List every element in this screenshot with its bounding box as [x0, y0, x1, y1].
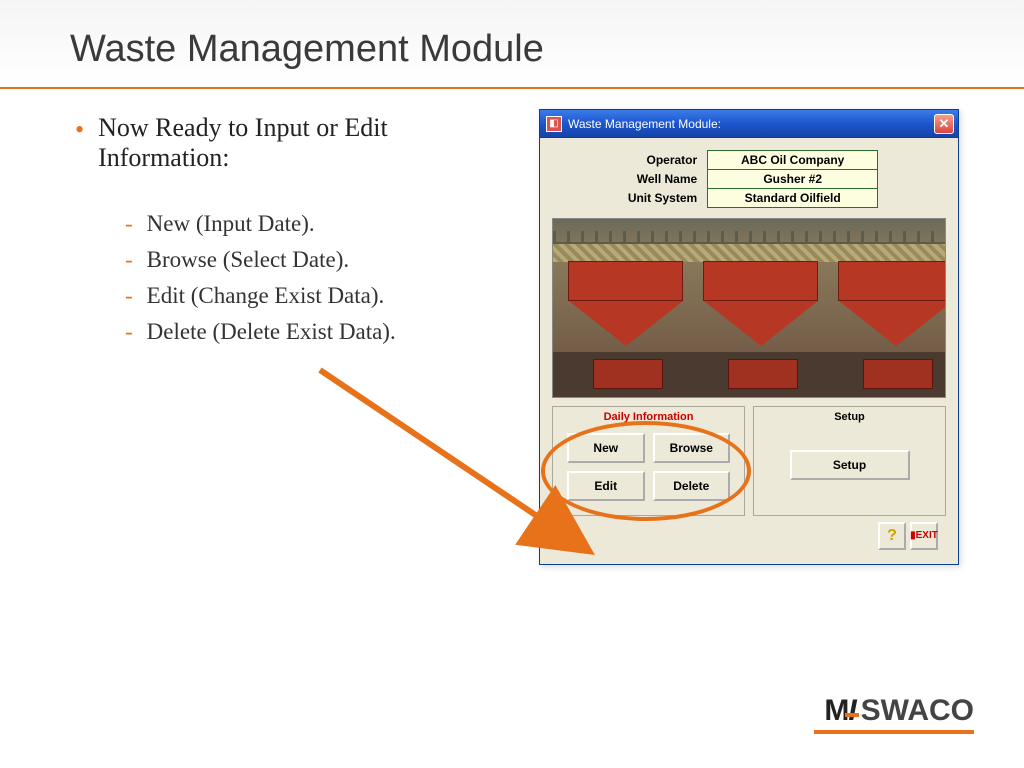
left-column: • Now Ready to Input or Edit Information… — [75, 109, 519, 565]
window-title: Waste Management Module: — [568, 117, 934, 131]
app-window: ◧ Waste Management Module: ✕ Operator AB… — [539, 109, 959, 565]
sub-bullet-text: Delete (Delete Exist Data). — [147, 319, 396, 345]
help-icon[interactable]: ? — [878, 522, 906, 550]
logo-m: M — [824, 694, 848, 728]
content-area: • Now Ready to Input or Edit Information… — [0, 89, 1024, 565]
sub-bullet-list: - New (Input Date). - Browse (Select Dat… — [125, 211, 519, 345]
main-bullet: • Now Ready to Input or Edit Information… — [75, 113, 519, 173]
logo-accent-icon — [845, 713, 859, 717]
window-body: Operator ABC Oil Company Well Name Gushe… — [540, 138, 958, 564]
sub-bullet: - Edit (Change Exist Data). — [125, 283, 519, 309]
right-column: ◧ Waste Management Module: ✕ Operator AB… — [539, 109, 964, 565]
setup-panel: Setup Setup — [753, 406, 946, 516]
dash-icon: - — [125, 283, 133, 309]
info-table: Operator ABC Oil Company Well Name Gushe… — [620, 150, 878, 208]
operator-value: ABC Oil Company — [708, 151, 878, 170]
logo-underline-icon — [814, 730, 974, 734]
new-button[interactable]: New — [567, 433, 645, 463]
slide-title: Waste Management Module — [70, 28, 1024, 71]
setup-button[interactable]: Setup — [790, 450, 910, 480]
daily-information-panel: Daily Information New Browse Edit Delete — [552, 406, 745, 516]
dash-icon: - — [125, 211, 133, 237]
setup-title: Setup — [754, 411, 945, 423]
daily-info-title: Daily Information — [553, 411, 744, 423]
equipment-photo — [552, 218, 946, 398]
delete-button[interactable]: Delete — [653, 471, 731, 501]
sub-bullet: - Browse (Select Date). — [125, 247, 519, 273]
sub-bullet-text: Browse (Select Date). — [147, 247, 349, 273]
slide-header: Waste Management Module — [0, 0, 1024, 83]
bullet-dot-icon: • — [75, 117, 84, 173]
logo-swaco: SWACO — [861, 694, 974, 728]
dash-icon: - — [125, 247, 133, 273]
wellname-label: Well Name — [620, 170, 708, 189]
close-icon[interactable]: ✕ — [934, 114, 954, 134]
edit-button[interactable]: Edit — [567, 471, 645, 501]
window-app-icon: ◧ — [546, 116, 562, 132]
sub-bullet-text: New (Input Date). — [147, 211, 315, 237]
sub-bullet: - Delete (Delete Exist Data). — [125, 319, 519, 345]
bottom-icon-bar: ? ▮EXIT — [552, 516, 946, 556]
unitsystem-value: Standard Oilfield — [708, 189, 878, 208]
window-titlebar[interactable]: ◧ Waste Management Module: ✕ — [540, 110, 958, 138]
miswaco-logo: MI SWACO — [824, 694, 974, 728]
exit-icon[interactable]: ▮EXIT — [910, 522, 938, 550]
main-bullet-text: Now Ready to Input or Edit Information: — [98, 113, 519, 173]
panel-row: Daily Information New Browse Edit Delete… — [552, 406, 946, 516]
browse-button[interactable]: Browse — [653, 433, 731, 463]
unitsystem-label: Unit System — [620, 189, 708, 208]
sub-bullet: - New (Input Date). — [125, 211, 519, 237]
wellname-value: Gusher #2 — [708, 170, 878, 189]
dash-icon: - — [125, 319, 133, 345]
sub-bullet-text: Edit (Change Exist Data). — [147, 283, 385, 309]
operator-label: Operator — [620, 151, 708, 170]
